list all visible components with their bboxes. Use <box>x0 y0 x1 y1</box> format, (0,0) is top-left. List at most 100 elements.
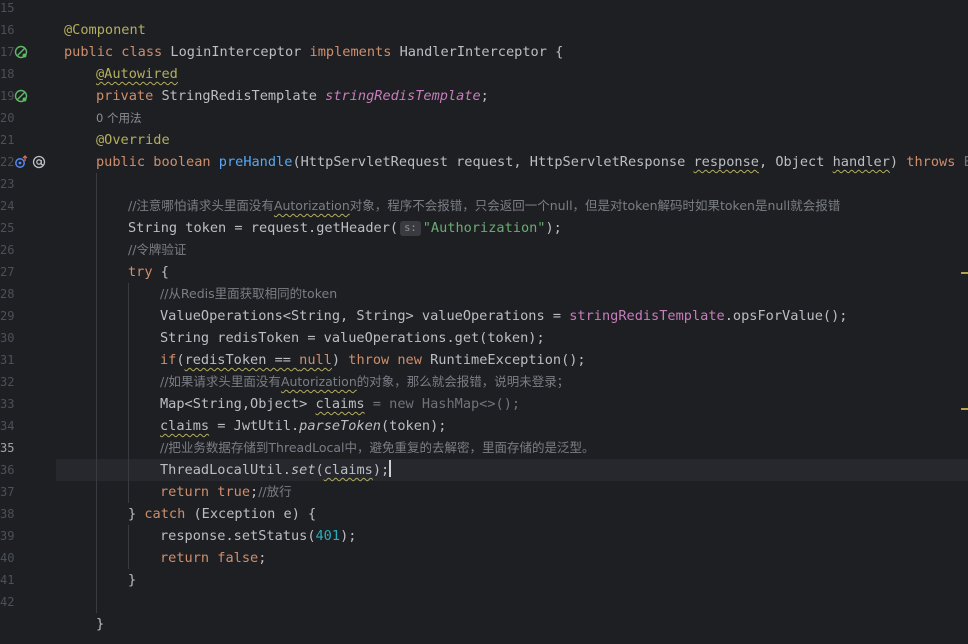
line-number[interactable]: 31 <box>0 349 14 371</box>
code-line: public class LoginInterceptor implements… <box>64 41 563 63</box>
code-line: } <box>128 569 136 591</box>
code-line: ValueOperations<String, String> valueOpe… <box>160 305 847 327</box>
code-line: //把业务数据存储到ThreadLocal中，避免重复的去解密，里面存储的是泛型… <box>160 437 595 459</box>
line-number[interactable]: 15 <box>0 0 14 19</box>
comment: Autorization <box>280 374 357 389</box>
keyword: return true <box>160 484 251 500</box>
annotation: @Component <box>64 22 146 38</box>
type-name: StringRedisTemplate <box>153 88 326 104</box>
code-text: = JwtUtil. <box>209 418 300 434</box>
code-text: (HttpServletRequest request, HttpServlet… <box>292 154 694 170</box>
code-text: ); <box>340 528 357 544</box>
bean-icon[interactable] <box>14 89 28 103</box>
comment: 的对象，那么就会报错，说明未登录； <box>356 374 570 389</box>
line-number[interactable]: 23 <box>0 173 14 195</box>
text-caret <box>389 460 392 477</box>
code-editor[interactable]: 15 16 17 18 19 20 21 22 23 24 25 26 27 28 29 30 31 32 33 34… <box>0 0 968 644</box>
line-number[interactable]: 30 <box>0 327 14 349</box>
code-text: ( <box>176 352 185 368</box>
line-number[interactable]: 26 <box>0 239 14 261</box>
line-number[interactable]: 27 <box>0 261 14 283</box>
line-number[interactable]: 20 <box>0 107 14 129</box>
code-text: ); <box>545 220 562 236</box>
code-text: ) <box>331 352 349 368</box>
code-text: (Exception e) { <box>185 506 317 522</box>
parameter-hint: s: <box>400 221 421 236</box>
line-number[interactable]: 42 <box>0 591 14 613</box>
keyword: try <box>128 264 153 280</box>
comment: //如果请求头里面没有 <box>160 374 281 389</box>
keyword: if <box>160 352 177 368</box>
code-line: return false; <box>160 547 266 569</box>
code-text: { <box>152 264 169 280</box>
override-up-arrow-icon[interactable] <box>14 155 28 169</box>
code-text: ; <box>480 88 489 104</box>
code-text: HandlerInterceptor { <box>391 44 564 60</box>
code-line: Map<String,Object> claims = new HashMap<… <box>160 393 520 415</box>
line-number[interactable]: 16 <box>0 19 14 41</box>
line-number[interactable]: 33 <box>0 393 14 415</box>
code-line: //如果请求头里面没有Autorization的对象，那么就会报错，说明未登录； <box>160 371 569 393</box>
code-line: } catch (Exception e) { <box>128 503 316 525</box>
line-number[interactable]: 28 <box>0 283 14 305</box>
class-name: LoginInterceptor <box>162 44 310 60</box>
line-number[interactable]: 18 <box>0 63 14 85</box>
code-text: } <box>128 572 137 588</box>
bean-icon[interactable] <box>14 45 28 59</box>
code-text: = new HashMap<>(); <box>364 396 521 412</box>
keyword: implements <box>309 44 392 60</box>
line-number[interactable]: 40 <box>0 547 14 569</box>
code-line: @Override <box>96 129 170 151</box>
line-number[interactable]: 39 <box>0 525 14 547</box>
line-number[interactable]: 37 <box>0 481 14 503</box>
code-text: ( <box>315 462 324 478</box>
line-number[interactable]: 35 <box>0 437 14 459</box>
comment: 对象，程序不会报错，只会返回一个null，但是对token解码时如果token是… <box>349 198 841 213</box>
code-vision-line: 0 个用法 <box>96 107 141 129</box>
code-text: } <box>96 616 105 632</box>
annotation: @Override <box>96 132 170 148</box>
code-text: response.setStatus( <box>160 528 316 544</box>
keyword: throw <box>348 352 390 368</box>
parameter: response <box>693 154 759 170</box>
line-number[interactable]: 38 <box>0 503 14 525</box>
keyword: new <box>397 352 422 368</box>
keyword: public boolean <box>96 154 219 170</box>
line-number[interactable]: 32 <box>0 371 14 393</box>
code-area[interactable]: @Component public class LoginInterceptor… <box>64 0 968 644</box>
keyword: catch <box>144 506 186 522</box>
comment: //放行 <box>258 484 292 499</box>
line-number[interactable]: 24 <box>0 195 14 217</box>
code-text: ) <box>889 154 907 170</box>
keyword: public class <box>64 44 163 60</box>
code-line: public boolean preHandle(HttpServletRequ… <box>96 151 968 173</box>
number-literal: 401 <box>315 528 341 544</box>
line-number[interactable]: 25 <box>0 217 14 239</box>
code-text: RuntimeException(); <box>421 352 586 368</box>
line-number[interactable]: 29 <box>0 305 14 327</box>
comment: //注意哪怕请求头里面没有 <box>128 198 274 213</box>
comment: //从Redis里面获取相同的token <box>160 286 338 301</box>
method-name: parseToken <box>299 418 381 434</box>
code-text: (token); <box>380 418 447 434</box>
code-line: claims = JwtUtil.parseToken(token); <box>160 415 446 437</box>
code-text: Map<String,Object> <box>160 396 316 412</box>
line-number[interactable]: 41 <box>0 569 14 591</box>
line-number[interactable]: 21 <box>0 129 14 151</box>
line-number[interactable]: 34 <box>0 415 14 437</box>
field-name: stringRedisTemplate <box>569 308 725 324</box>
annotation-at-icon[interactable] <box>32 155 46 169</box>
line-number[interactable]: 36 <box>0 459 14 481</box>
code-text: Exc <box>963 154 968 170</box>
keyword: return false <box>160 550 259 566</box>
line-number-gutter[interactable]: 15 16 17 18 19 20 21 22 23 24 25 26 27 28 29 30 31 32 33 34… <box>0 0 56 644</box>
code-text: redisToken == <box>184 352 300 368</box>
line-number[interactable]: 19 <box>0 85 14 107</box>
code-text: , Object <box>758 154 833 170</box>
line-number[interactable]: 17 <box>0 41 14 63</box>
code-line: //注意哪怕请求头里面没有Autorization对象，程序不会报错，只会返回一… <box>128 195 840 217</box>
code-text: .opsForValue(); <box>724 308 848 324</box>
usages-hint[interactable]: 0 个用法 <box>96 111 141 125</box>
code-line: response.setStatus(401); <box>160 525 356 547</box>
line-number[interactable]: 22 <box>0 151 14 173</box>
